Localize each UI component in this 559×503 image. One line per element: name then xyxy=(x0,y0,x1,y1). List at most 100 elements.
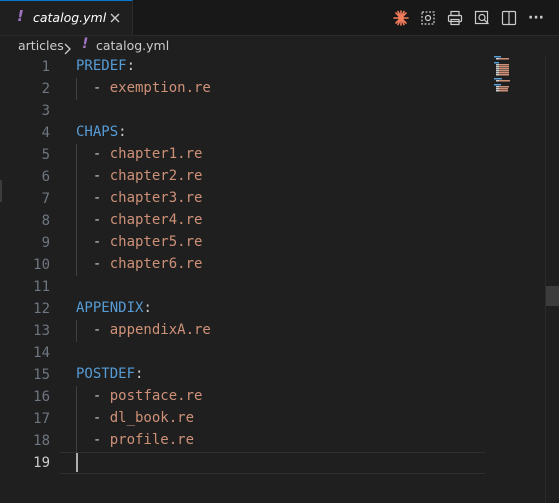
yaml-value: profile.re xyxy=(109,432,195,448)
tab-bar: ! catalog.yml ··· xyxy=(0,0,559,36)
yaml-key: APPENDIX xyxy=(76,300,144,316)
line-number: 14 xyxy=(33,345,50,361)
line-number: 9 xyxy=(41,235,50,251)
list-dash: - xyxy=(92,190,110,206)
list-dash: - xyxy=(92,388,110,404)
code-editor[interactable]: 1 PREDEF: 2 - exemption.re 3 4 CHAPS: 5 - chap… xyxy=(0,56,559,503)
more-actions-icon[interactable]: ··· xyxy=(527,9,545,27)
code-line[interactable]: 12 APPENDIX: xyxy=(0,298,490,320)
sash-handle[interactable] xyxy=(0,180,2,202)
yaml-value: chapter6.re xyxy=(109,256,203,272)
yaml-value: postface.re xyxy=(109,388,203,404)
code-text: - postface.re xyxy=(76,388,203,404)
code-text: - dl_book.re xyxy=(76,410,194,426)
line-number: 2 xyxy=(41,81,50,97)
line-number: 6 xyxy=(41,169,50,185)
line-number: 4 xyxy=(41,125,50,141)
code-line[interactable]: 4 CHAPS: xyxy=(0,122,490,144)
yaml-value: chapter5.re xyxy=(109,234,203,250)
line-number: 5 xyxy=(41,147,50,163)
code-text: CHAPS: xyxy=(76,124,127,140)
code-text: - chapter2.re xyxy=(76,168,203,184)
yaml-value: chapter4.re xyxy=(109,212,203,228)
code-line[interactable]: 18 - profile.re xyxy=(0,430,490,452)
list-dash: - xyxy=(92,234,110,250)
line-number: 10 xyxy=(33,257,50,273)
yaml-key: CHAPS xyxy=(76,124,119,140)
list-dash: - xyxy=(92,80,110,96)
list-dash: - xyxy=(92,146,110,162)
yaml-colon: : xyxy=(135,366,144,382)
print-icon[interactable] xyxy=(446,9,464,27)
code-line[interactable]: 2 - exemption.re xyxy=(0,78,490,100)
code-line[interactable]: 9 - chapter5.re xyxy=(0,232,490,254)
line-number: 16 xyxy=(33,389,50,405)
editor-actions: ··· xyxy=(392,8,545,28)
breadcrumb-file[interactable]: catalog.yml xyxy=(96,38,169,53)
copilot-icon[interactable] xyxy=(392,9,410,27)
list-dash: - xyxy=(92,256,110,272)
yaml-value: chapter2.re xyxy=(109,168,203,184)
code-text: - chapter1.re xyxy=(76,146,203,162)
code-text: - exemption.re xyxy=(76,80,211,96)
breadcrumb-folder[interactable]: articles xyxy=(18,38,64,53)
yaml-value: dl_book.re xyxy=(109,410,195,426)
line-number: 19 xyxy=(33,455,50,471)
yaml-key: POSTDEF xyxy=(76,366,136,382)
yaml-value: appendixA.re xyxy=(109,322,211,338)
tab-catalog-yml[interactable]: ! catalog.yml xyxy=(0,0,133,35)
split-editor-icon[interactable] xyxy=(500,9,518,27)
list-dash: - xyxy=(92,432,110,448)
compare-icon[interactable] xyxy=(419,9,437,27)
code-line[interactable]: 10 - chapter6.re xyxy=(0,254,490,276)
line-number: 11 xyxy=(33,279,50,295)
code-line[interactable]: 16 - postface.re xyxy=(0,386,490,408)
line-number: 1 xyxy=(41,59,50,75)
code-line[interactable]: 3 xyxy=(0,100,490,122)
code-line[interactable]: 13 - appendixA.re xyxy=(0,320,490,342)
code-text: - profile.re xyxy=(76,432,194,448)
list-dash: - xyxy=(92,322,110,338)
code-text: - appendixA.re xyxy=(76,322,211,338)
yaml-colon: : xyxy=(126,58,136,74)
code-text: - chapter6.re xyxy=(76,256,203,272)
editor-window: ! catalog.yml ··· articles ! catalog.yml… xyxy=(0,0,559,503)
line-number: 18 xyxy=(33,433,50,449)
open-preview-icon[interactable] xyxy=(473,9,491,27)
code-text: - chapter5.re xyxy=(76,234,203,250)
code-line[interactable]: 8 - chapter4.re xyxy=(0,210,490,232)
scroll-thumb[interactable] xyxy=(546,286,559,306)
yaml-file-icon: ! xyxy=(17,7,24,25)
list-dash: - xyxy=(92,410,110,426)
breadcrumb: articles ! catalog.yml xyxy=(0,36,559,56)
line-number: 7 xyxy=(41,191,50,207)
code-line[interactable]: 17 - dl_book.re xyxy=(0,408,490,430)
code-text: PREDEF: xyxy=(76,58,135,74)
list-dash: - xyxy=(92,168,110,184)
minimap[interactable] xyxy=(490,56,546,503)
yaml-key: PREDEF xyxy=(76,58,127,74)
line-number: 12 xyxy=(33,301,50,317)
line-number: 8 xyxy=(41,213,50,229)
yaml-value: chapter1.re xyxy=(109,146,203,162)
code-line[interactable]: 19 xyxy=(0,452,490,474)
line-number: 15 xyxy=(33,367,50,383)
yaml-value: chapter3.re xyxy=(109,190,203,206)
code-line[interactable]: 5 - chapter1.re xyxy=(0,144,490,166)
yaml-colon: : xyxy=(118,124,127,140)
close-icon[interactable] xyxy=(108,10,122,24)
chevron-right-icon xyxy=(63,40,72,55)
code-line[interactable]: 11 xyxy=(0,276,490,298)
tab-label: catalog.yml xyxy=(33,10,107,25)
code-line[interactable]: 15 POSTDEF: xyxy=(0,364,490,386)
code-line[interactable]: 14 xyxy=(0,342,490,364)
code-text: APPENDIX: xyxy=(76,300,152,316)
code-line[interactable]: 1 PREDEF: xyxy=(0,56,490,78)
code-text: - chapter4.re xyxy=(76,212,203,228)
code-line[interactable]: 7 - chapter3.re xyxy=(0,188,490,210)
vertical-scrollbar[interactable] xyxy=(545,56,559,503)
code-line[interactable]: 6 - chapter2.re xyxy=(0,166,490,188)
line-number: 13 xyxy=(33,323,50,339)
yaml-value: exemption.re xyxy=(109,80,211,96)
line-number: 3 xyxy=(41,103,50,119)
